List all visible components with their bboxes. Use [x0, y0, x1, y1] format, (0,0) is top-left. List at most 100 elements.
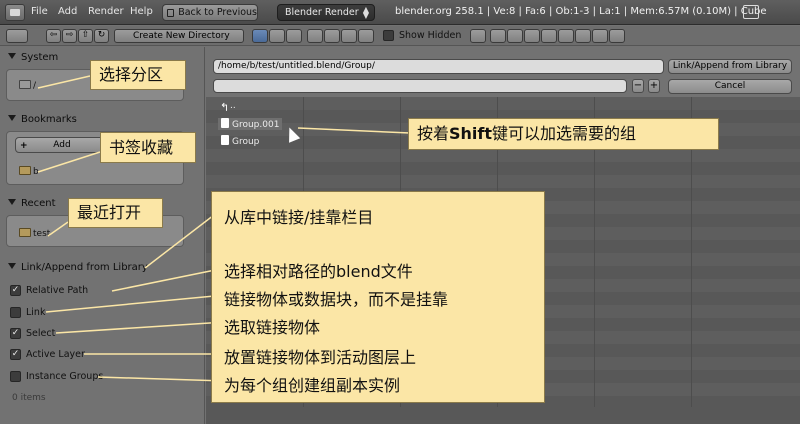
collapse-triangle-icon [8, 199, 16, 205]
annotation-line-6: 为每个组创建组副本实例 [224, 376, 401, 395]
left-sidebar: System / Bookmarks + Add b Recent test Li… [0, 47, 205, 424]
menu-help[interactable]: Help [130, 6, 153, 17]
filter-folder-icon[interactable] [490, 29, 506, 43]
filter-blend-icon[interactable] [507, 29, 523, 43]
display-long-list-icon[interactable] [269, 29, 285, 43]
menu-add[interactable]: Add [58, 6, 77, 17]
file-entry-group[interactable]: Group [221, 135, 259, 147]
sort-alpha-icon[interactable] [307, 29, 323, 43]
screen-icon [167, 8, 175, 17]
annotation-line-5: 放置链接物体到活动图层上 [224, 348, 417, 367]
show-hidden-label: Show Hidden [399, 30, 462, 41]
create-new-directory-button[interactable]: Create New Directory [114, 29, 244, 43]
recent-title: Recent [21, 198, 56, 209]
sort-extension-icon[interactable] [324, 29, 340, 43]
refresh-icon[interactable]: ↻ [94, 29, 109, 43]
sort-size-icon[interactable] [358, 29, 374, 43]
link-option[interactable]: Link [10, 307, 45, 318]
parent-dir-icon[interactable]: ⇧ [78, 29, 93, 43]
file-name: Group.001 [232, 120, 280, 130]
file-entry-group-001[interactable]: Group.001 [218, 118, 283, 130]
create-new-directory-label: Create New Directory [133, 31, 230, 41]
link-append-button[interactable]: Link/Append from Library [668, 59, 792, 74]
shift-tip-suffix: 键可以加选需要的组 [492, 124, 637, 143]
display-short-list-icon[interactable] [252, 29, 268, 43]
annotation-line-2: 选择相对路径的blend文件 [224, 262, 413, 281]
bookmarks-section-header[interactable]: Bookmarks [8, 114, 77, 125]
file-icon [221, 118, 229, 128]
render-engine-label: Blender Render [285, 7, 359, 18]
directory-path-field[interactable]: /home/b/test/untitled.blend/Group/ [213, 59, 664, 74]
instance-groups-option[interactable]: Instance Groups [10, 371, 103, 382]
system-title: System [21, 52, 59, 63]
add-bookmark-button[interactable]: + Add [15, 137, 109, 153]
system-section-header[interactable]: System [8, 52, 58, 63]
cancel-button[interactable]: Cancel [668, 79, 792, 94]
file-browser-toolbar: ⇦ ⇨ ⇧ ↻ Create New Directory Show Hidden [0, 26, 800, 46]
add-bookmark-label: Add [53, 140, 71, 150]
annotation-line-4: 选取链接物体 [224, 318, 321, 337]
collapse-triangle-icon [8, 53, 16, 59]
bookmark-entry-label: b [33, 167, 39, 177]
back-arrow-icon[interactable]: ⇦ [46, 29, 61, 43]
recent-section-header[interactable]: Recent [8, 198, 56, 209]
show-hidden-checkbox[interactable] [383, 30, 394, 41]
active-layer-checkbox[interactable]: ✓ [10, 349, 21, 360]
bookmarks-title: Bookmarks [21, 114, 77, 125]
relative-path-label: Relative Path [26, 285, 89, 296]
annotation-bookmarks: 书签收藏 [100, 132, 196, 163]
annotation-system: 选择分区 [90, 60, 186, 90]
filter-script-icon[interactable] [558, 29, 574, 43]
file-entry-parent[interactable]: .. [230, 101, 236, 111]
filter-movie-icon[interactable] [541, 29, 557, 43]
sort-time-icon[interactable] [341, 29, 357, 43]
relative-path-option[interactable]: ✓ Relative Path [10, 285, 88, 296]
filter-text-icon[interactable] [609, 29, 625, 43]
active-layer-option[interactable]: ✓ Active Layer [10, 349, 85, 360]
updown-arrows-icon: ▲ ▼ [362, 5, 369, 20]
recent-folder-icon [19, 228, 31, 237]
annotation-link-append-options: 从库中链接/挂靠栏目 选择相对路径的blend文件 链接物体或数据块，而不是挂靠… [211, 191, 545, 403]
relative-path-checkbox[interactable]: ✓ [10, 285, 21, 296]
link-checkbox[interactable] [10, 307, 21, 318]
decrement-button[interactable]: − [632, 79, 644, 93]
shift-tip-prefix: 按着 [417, 124, 450, 143]
filter-sound-icon[interactable] [592, 29, 608, 43]
render-engine-select[interactable]: Blender Render ▲ ▼ [277, 4, 375, 21]
recent-entry[interactable]: test [19, 228, 50, 239]
link-append-title: Link/Append from Library [21, 262, 148, 273]
recent-entry-label: test [33, 229, 51, 239]
maximize-icon[interactable] [743, 5, 759, 19]
filter-font-icon[interactable] [575, 29, 591, 43]
annotation-shift-select: 按着Shift键可以加选需要的组 [408, 118, 719, 150]
collapse-triangle-icon [8, 115, 16, 121]
filter-icon[interactable] [470, 29, 486, 43]
filename-field[interactable] [213, 79, 627, 93]
top-menu-bar: File Add Render Help Back to Previous Bl… [0, 0, 800, 25]
annotation-line-3: 链接物体或数据块，而不是挂靠 [224, 290, 449, 309]
instance-groups-checkbox[interactable] [10, 371, 21, 382]
parent-folder-icon[interactable]: ↰ [220, 101, 229, 114]
shift-tip-key: Shift [449, 124, 493, 143]
forward-arrow-icon[interactable]: ⇨ [62, 29, 77, 43]
back-to-previous-label: Back to Previous [178, 7, 257, 18]
menu-file[interactable]: File [31, 6, 48, 17]
system-entry-label: / [33, 81, 37, 91]
menu-render[interactable]: Render [88, 6, 124, 17]
display-thumbnails-icon[interactable] [286, 29, 302, 43]
editor-type-button[interactable] [5, 4, 25, 21]
filter-image-icon[interactable] [524, 29, 540, 43]
back-to-previous-button[interactable]: Back to Previous [162, 4, 258, 21]
instance-groups-label: Instance Groups [26, 371, 104, 382]
link-append-section-header[interactable]: Link/Append from Library [8, 262, 148, 273]
editor-type-button[interactable] [6, 29, 28, 43]
system-entry[interactable]: / [19, 80, 36, 91]
select-checkbox[interactable]: ✓ [10, 328, 21, 339]
increment-button[interactable]: + [648, 79, 660, 93]
disk-icon [19, 80, 31, 89]
bookmark-folder-icon [19, 166, 31, 175]
active-layer-label: Active Layer [26, 349, 85, 360]
bookmark-entry[interactable]: b [19, 166, 39, 177]
select-option[interactable]: ✓ Select [10, 328, 55, 339]
annotation-line-1: 从库中链接/挂靠栏目 [224, 208, 374, 227]
